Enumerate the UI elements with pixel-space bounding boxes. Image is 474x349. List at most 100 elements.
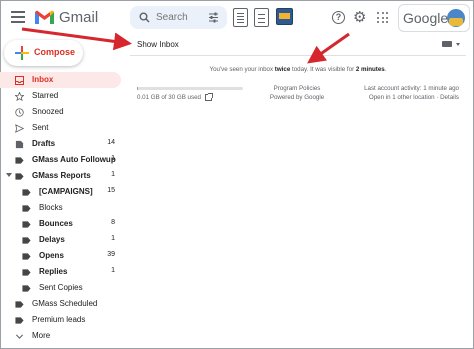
sidebar-item-label: Premium leads: [32, 315, 86, 324]
sidebar-item-label: Snoozed: [32, 107, 64, 116]
extension-icon[interactable]: [276, 8, 293, 25]
sidebar-item-blocks[interactable]: Blocks: [0, 200, 121, 216]
storage-text: 0.01 GB of 30 GB used: [137, 94, 201, 101]
label-icon: [22, 269, 31, 276]
last-activity-text: Last account activity: 1 minute ago: [364, 85, 459, 92]
sidebar-item-opens[interactable]: Opens 39: [0, 248, 121, 264]
sidebar-item-count: 14: [107, 139, 115, 146]
sidebar-item-count: 1: [111, 235, 115, 242]
compose-label: Compose: [34, 47, 76, 57]
sidebar-item-label: Drafts: [32, 139, 56, 148]
notice-text: You've seen your inbox: [209, 66, 275, 73]
sidebar-item-label: Bounces: [39, 219, 73, 228]
sidebar-item-bounces[interactable]: Bounces 8: [0, 216, 121, 232]
sidebar-item-label: GMass Reports: [32, 171, 91, 180]
top-bar: Gmail ? ⚙ Google: [0, 0, 474, 36]
sidebar-item-drafts[interactable]: Drafts 14: [0, 136, 121, 152]
search-input[interactable]: [156, 9, 204, 25]
sidebar-item-label: GMass Scheduled: [32, 299, 98, 308]
storage-fill: [137, 87, 139, 90]
help-icon[interactable]: ?: [332, 11, 345, 24]
sidebar-item-count: 39: [107, 251, 115, 258]
open-external-icon[interactable]: [205, 93, 213, 101]
divider: [130, 55, 466, 56]
pencil-icon: [15, 46, 29, 60]
sidebar-item-delays[interactable]: Delays 1: [0, 232, 121, 248]
chevron-down-icon[interactable]: [456, 43, 460, 46]
label-icon: [22, 237, 31, 244]
sidebar-item-count: 8: [111, 219, 115, 226]
sidebar-item-label: Sent: [32, 123, 49, 132]
sidebar-item-label: More: [32, 331, 51, 340]
label-icon: [22, 221, 31, 228]
label-icon: [22, 189, 31, 196]
notice-text: today. It was visible for: [290, 66, 356, 73]
account-activity: Last account activity: 1 minute ago Open…: [364, 84, 459, 102]
sidebar-item-label: Starred: [32, 91, 59, 100]
clock-icon: [15, 108, 24, 117]
sidebar-item-label: Blocks: [39, 203, 63, 212]
chevron-down-icon[interactable]: [6, 173, 12, 177]
filter-icon[interactable]: [208, 12, 219, 23]
footer: 0.01 GB of 30 GB used Program Policies P…: [137, 84, 459, 106]
label-icon: [15, 301, 24, 308]
sidebar-item-label: [CAMPAIGNS]: [39, 187, 93, 196]
sidebar-item-label: Replies: [39, 267, 68, 276]
label-icon: [22, 253, 31, 260]
sidebar-item-sent[interactable]: Sent: [0, 120, 121, 136]
sidebar-item-label: GMass Auto Followup: [32, 155, 116, 164]
send-icon: [15, 124, 24, 133]
gmail-logo[interactable]: [34, 9, 55, 25]
sidebar-item-count: 15: [107, 187, 115, 194]
sidebar-item-count: 1: [111, 171, 115, 178]
storage-bar: [137, 87, 243, 90]
label-icon: [15, 157, 24, 164]
inbox-pause-notice: You've seen your inbox twice today. It w…: [130, 66, 466, 73]
sidebar-item-label: Delays: [39, 235, 65, 244]
sidebar-item-premium-leads[interactable]: Premium leads: [0, 312, 121, 328]
sidebar-item-label: Opens: [39, 251, 64, 260]
sidebar-item-count: 1: [111, 155, 115, 162]
extension-icon[interactable]: [233, 8, 248, 27]
sidebar-item-replies[interactable]: Replies 1: [0, 264, 121, 280]
google-brand: Google: [403, 10, 449, 26]
extension-icon[interactable]: [254, 8, 269, 27]
notice-bold: twice: [274, 66, 291, 73]
sidebar-item-count: 1: [111, 267, 115, 274]
compose-button[interactable]: Compose: [4, 40, 83, 66]
notice-bold: 2 minutes: [355, 66, 385, 73]
label-icon: [22, 205, 31, 212]
gear-icon[interactable]: ⚙: [353, 10, 366, 25]
draft-icon: [15, 140, 24, 149]
show-inbox-link[interactable]: Show Inbox: [137, 40, 179, 49]
sidebar-item-sent-copies[interactable]: Sent Copies: [0, 280, 121, 296]
sidebar-item-gmass-reports[interactable]: GMass Reports 1: [0, 168, 121, 184]
avatar[interactable]: [447, 9, 465, 27]
sidebar-item-more[interactable]: More: [0, 328, 121, 344]
star-icon: [15, 92, 24, 101]
sidebar-item-label: Sent Copies: [39, 283, 83, 292]
account-switcher[interactable]: Google: [398, 4, 470, 32]
sidebar-item-label: Inbox: [32, 75, 54, 84]
apps-icon[interactable]: [377, 12, 388, 23]
sidebar-item-inbox[interactable]: Inbox: [0, 72, 121, 88]
main-toolbar: Show Inbox: [130, 36, 470, 54]
chevron-down-icon: [15, 334, 24, 339]
inbox-icon: [15, 76, 24, 85]
sidebar-item-gmass-auto-followup[interactable]: GMass Auto Followup 1: [0, 152, 121, 168]
label-icon: [22, 285, 31, 292]
keyboard-icon[interactable]: [442, 41, 452, 47]
footer-links: Program Policies Powered by Google: [257, 84, 337, 102]
sidebar-item-gmass-scheduled[interactable]: GMass Scheduled: [0, 296, 121, 312]
details-link[interactable]: Open in 1 other location · Details: [364, 93, 459, 102]
sidebar-item-snoozed[interactable]: Snoozed: [0, 104, 121, 120]
search-bar[interactable]: [130, 6, 227, 29]
menu-icon[interactable]: [11, 11, 25, 23]
label-icon: [15, 317, 24, 324]
notice-text: .: [384, 66, 387, 73]
sidebar-item-starred[interactable]: Starred: [0, 88, 121, 104]
program-policies-link[interactable]: Program Policies: [257, 84, 337, 93]
powered-by-text: Powered by Google: [269, 94, 325, 101]
sidebar-item-campaigns[interactable]: [CAMPAIGNS] 15: [0, 184, 121, 200]
search-icon[interactable]: [139, 12, 150, 23]
